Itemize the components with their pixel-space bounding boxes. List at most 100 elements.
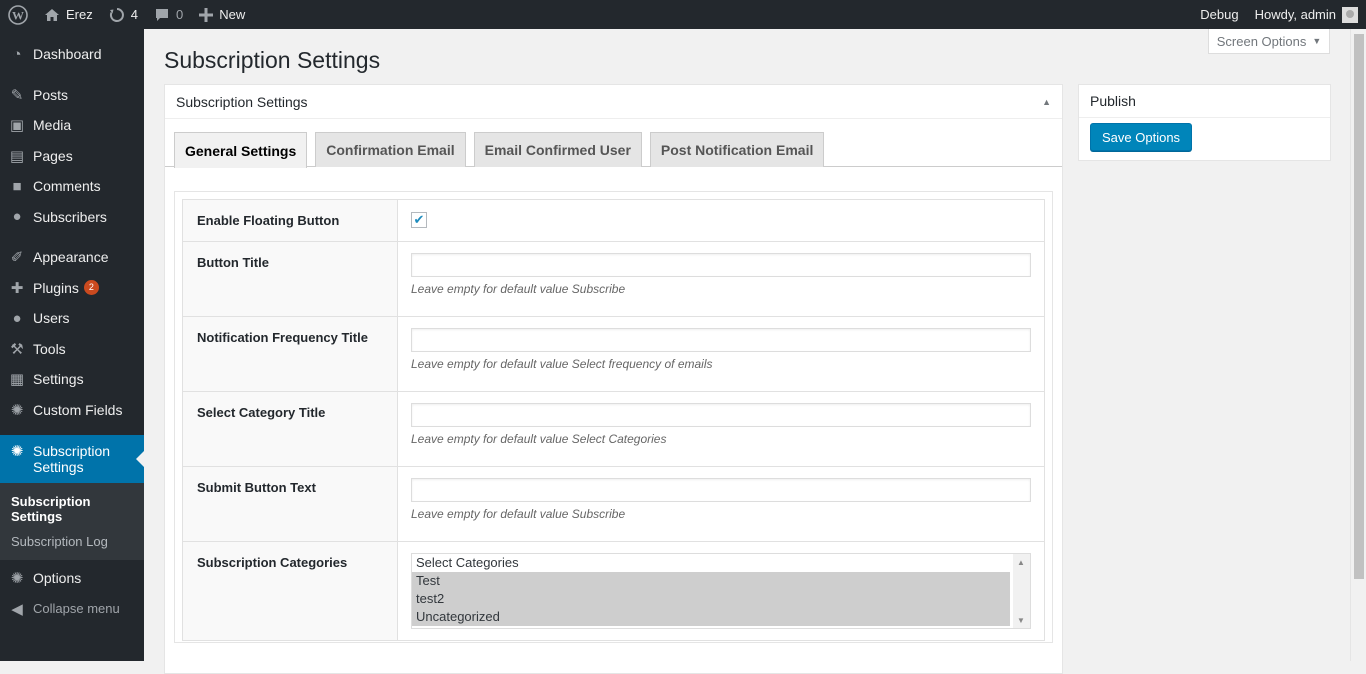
category-option[interactable]: Test [412, 572, 1010, 590]
frequency-title-input[interactable] [411, 328, 1031, 352]
submenu: Subscription Settings Subscription Log [0, 483, 144, 560]
page-scrollbar[interactable] [1350, 29, 1366, 661]
gear-icon: ✺ [10, 443, 24, 460]
category-option[interactable]: test2 [412, 590, 1010, 608]
enable-floating-label: Enable Floating Button [183, 200, 398, 241]
menu-item-pages[interactable]: ▤ Pages [0, 141, 144, 172]
site-name: Erez [66, 7, 93, 22]
comments-icon: ■ [12, 177, 22, 195]
site-name-link[interactable]: Erez [36, 0, 101, 29]
publish-box: Publish Save Options [1078, 84, 1331, 161]
collapse-icon: ◀ [11, 600, 23, 618]
menu-item-media[interactable]: ▣ Media [0, 110, 144, 141]
debug-label: Debug [1200, 7, 1239, 22]
home-icon [44, 7, 60, 23]
table-row: Notification Frequency Title Leave empty… [183, 317, 1044, 392]
my-account-link[interactable]: Howdy, admin [1247, 0, 1366, 29]
category-title-description: Leave empty for default value Select Cat… [411, 432, 667, 446]
comments-link[interactable]: 0 [146, 0, 191, 29]
menu-item-dashboard[interactable]: ◔ Dashboard [0, 39, 144, 70]
menu-label: Comments [33, 178, 101, 195]
button-title-input[interactable] [411, 253, 1031, 277]
postbox-header[interactable]: Subscription Settings ▲ [165, 85, 1062, 119]
collapse-label: Collapse menu [33, 601, 120, 617]
menu-label: Custom Fields [33, 401, 123, 418]
settings-form-table: Enable Floating Button ✔ Button Title Le… [182, 199, 1045, 641]
table-row: Subscription Categories Select Categorie… [183, 542, 1044, 640]
menu-item-posts[interactable]: ✎ Posts [0, 80, 144, 111]
updates-count: 4 [130, 7, 138, 22]
menu-label: Subscription Settings [33, 443, 111, 475]
media-icon: ▣ [9, 117, 25, 135]
listbox-scrollbar[interactable]: ▲ ▼ [1013, 554, 1030, 628]
table-row: Button Title Leave empty for default val… [183, 242, 1044, 317]
save-options-button[interactable]: Save Options [1090, 123, 1193, 151]
menu-item-settings[interactable]: ▦ Settings [0, 364, 144, 395]
groups-icon: ● [12, 208, 22, 226]
new-content-link[interactable]: New [191, 0, 253, 29]
button-title-description: Leave empty for default value Subscribe [411, 282, 626, 296]
menu-item-comments[interactable]: ■ Comments [0, 171, 144, 202]
menu-label: Posts [33, 86, 69, 103]
page-title: Subscription Settings [164, 47, 381, 73]
debug-link[interactable]: Debug [1192, 0, 1246, 29]
submit-text-input[interactable] [411, 478, 1031, 502]
admin-menu: ◔ Dashboard ✎ Posts ▣ Media ▤ Pages ■ Comment… [0, 29, 144, 661]
updates-link[interactable]: 4 [101, 0, 146, 29]
category-option[interactable]: Select Categories [412, 554, 1010, 572]
categories-multiselect[interactable]: Select Categories Test test2 Uncategoriz… [411, 553, 1031, 629]
plugins-update-badge: 2 [83, 280, 99, 296]
menu-label: Tools [33, 340, 66, 357]
toggle-arrow-icon[interactable]: ▲ [1042, 97, 1051, 107]
tab-general-settings[interactable]: General Settings [174, 132, 308, 168]
screen-options-button[interactable]: Screen Options ▼ [1208, 29, 1330, 54]
checkmark-icon: ✔ [413, 212, 425, 227]
category-title-input[interactable] [411, 403, 1031, 427]
admin-bar: W Erez 4 0 New Debug Howdy, admin [0, 0, 1366, 29]
new-label: New [219, 7, 246, 22]
frequency-title-description: Leave empty for default value Select fre… [411, 357, 713, 371]
scroll-up-icon[interactable]: ▲ [1017, 558, 1025, 567]
settings-tabs: General Settings Confirmation Email Emai… [165, 119, 1062, 168]
scrollbar-thumb[interactable] [1354, 34, 1364, 579]
users-icon: ● [12, 309, 22, 327]
wrench-icon: ⚒ [10, 340, 24, 358]
svg-text:W: W [12, 8, 24, 22]
comments-count: 0 [175, 7, 184, 22]
menu-item-appearance[interactable]: ✐ Appearance [0, 242, 144, 273]
tab-post-notification-email[interactable]: Post Notification Email [649, 132, 825, 167]
collapse-menu-button[interactable]: ◀ Collapse menu [0, 594, 144, 625]
avatar [1342, 6, 1358, 23]
menu-item-subscribers[interactable]: ● Subscribers [0, 202, 144, 233]
menu-item-users[interactable]: ● Users [0, 303, 144, 334]
submit-text-label: Submit Button Text [183, 467, 398, 541]
menu-item-options[interactable]: ✺ Options [0, 563, 144, 594]
table-row: Submit Button Text Leave empty for defau… [183, 467, 1044, 542]
publish-title: Publish [1079, 85, 1330, 118]
menu-item-subscription-settings[interactable]: ✺ Subscription Settings [0, 435, 144, 483]
plus-icon [199, 7, 214, 22]
enable-floating-checkbox[interactable]: ✔ [411, 212, 427, 228]
table-row: Enable Floating Button ✔ [183, 200, 1044, 242]
menu-label: Dashboard [33, 46, 102, 63]
menu-label: Pages [33, 147, 73, 164]
settings-icon: ▦ [9, 371, 25, 389]
settings-postbox: Subscription Settings ▲ General Settings… [164, 84, 1063, 674]
menu-label: Options [33, 570, 82, 587]
pin-icon: ✎ [10, 86, 24, 104]
menu-item-tools[interactable]: ⚒ Tools [0, 334, 144, 365]
menu-item-custom-fields[interactable]: ✺ Custom Fields [0, 395, 144, 426]
menu-item-plugins[interactable]: ✚ Plugins 2 [0, 273, 144, 304]
pages-icon: ▤ [9, 147, 25, 165]
category-title-label: Select Category Title [183, 392, 398, 466]
category-option[interactable]: Uncategorized [412, 608, 1010, 626]
wordpress-logo-button[interactable]: W [0, 0, 36, 29]
plugin-icon: ✚ [10, 279, 24, 297]
submenu-item-subscription-settings[interactable]: Subscription Settings [0, 489, 144, 529]
scroll-down-icon[interactable]: ▼ [1017, 616, 1025, 625]
tab-email-confirmed-user[interactable]: Email Confirmed User [473, 132, 642, 167]
brush-icon: ✐ [10, 249, 24, 267]
submenu-item-subscription-log[interactable]: Subscription Log [0, 529, 144, 554]
form-wrapper: Enable Floating Button ✔ Button Title Le… [174, 191, 1053, 643]
tab-confirmation-email[interactable]: Confirmation Email [315, 132, 466, 167]
